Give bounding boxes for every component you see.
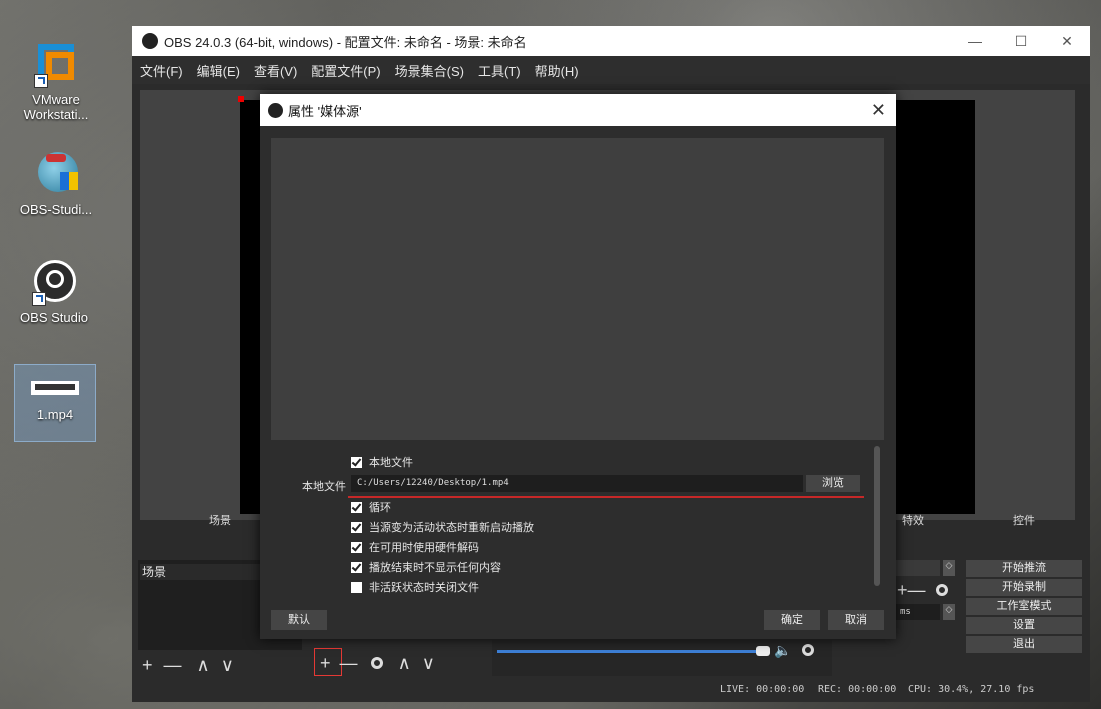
menu-scene-collection[interactable]: 场景集合(S) xyxy=(395,61,464,80)
source-properties-gear-icon[interactable] xyxy=(370,657,383,669)
transition-spinner[interactable]: ◇ xyxy=(943,560,955,576)
browse-button[interactable]: 浏览 xyxy=(806,475,860,492)
source-handle[interactable] xyxy=(238,96,244,102)
remove-source-button[interactable]: — xyxy=(340,653,358,673)
source-preview xyxy=(271,138,884,440)
loop-checkbox[interactable] xyxy=(351,501,362,513)
properties-dialog: 属性 '媒体源' ✕ 本地文件 本地文件 C:/Users/12240/Desk… xyxy=(260,94,896,639)
remove-scene-button[interactable]: — xyxy=(164,655,182,675)
obs-logo-icon xyxy=(268,102,283,118)
maximize-button[interactable]: ☐ xyxy=(998,26,1044,56)
title-bar: OBS 24.0.3 (64-bit, windows) - 配置文件: 未命名… xyxy=(132,26,1090,56)
dialog-title-bar: 属性 '媒体源' ✕ xyxy=(260,94,896,126)
annotation-underline xyxy=(348,496,864,498)
defaults-button[interactable]: 默认 xyxy=(271,610,327,630)
vmware-icon xyxy=(32,40,80,88)
menu-profile[interactable]: 配置文件(P) xyxy=(311,61,380,80)
hide-when-ended-label: 播放结束时不显示任何内容 xyxy=(369,562,501,574)
local-file-label: 本地文件 xyxy=(302,481,346,493)
volume-slider[interactable] xyxy=(497,650,757,653)
close-when-inactive-label: 非活跃状态时关闭文件 xyxy=(369,582,479,594)
desktop-icon-label: 1.mp4 xyxy=(36,407,74,422)
menu-tools[interactable]: 工具(T) xyxy=(478,61,521,80)
obs-logo-icon xyxy=(142,33,158,49)
restart-on-activate-label: 当源变为活动状态时重新启动播放 xyxy=(369,522,534,534)
restart-on-activate-checkbox-row[interactable]: 当源变为活动状态时重新启动播放 xyxy=(351,519,534,535)
desktop-icon-video-file[interactable]: 1.mp4 xyxy=(14,364,96,442)
menu-bar: 文件(F) 编辑(E) 查看(V) 配置文件(P) 场景集合(S) 工具(T) … xyxy=(132,56,1090,84)
studio-mode-button[interactable]: 工作室模式 xyxy=(966,598,1082,615)
duration-spinner[interactable]: ◇ xyxy=(943,604,955,620)
minimize-button[interactable]: — xyxy=(952,26,998,56)
move-scene-down-button[interactable]: ∨ xyxy=(221,655,234,675)
local-file-checkbox-row[interactable]: 本地文件 xyxy=(351,454,413,470)
settings-button[interactable]: 设置 xyxy=(966,617,1082,634)
transition-settings-gear-icon[interactable] xyxy=(936,584,948,596)
hardware-decoding-label: 在可用时使用硬件解码 xyxy=(369,542,479,554)
close-when-inactive-checkbox[interactable] xyxy=(351,581,362,593)
dialog-close-button[interactable]: ✕ xyxy=(871,94,886,126)
cancel-button[interactable]: 取消 xyxy=(828,610,884,630)
add-transition-button[interactable]: + xyxy=(897,580,908,600)
move-source-down-button[interactable]: ∨ xyxy=(422,653,435,673)
desktop-icon-obs-installer[interactable]: OBS-Studi... xyxy=(10,150,102,217)
properties-scrollbar[interactable] xyxy=(874,446,880,586)
duration-input[interactable]: ms xyxy=(896,604,940,620)
loop-checkbox-row[interactable]: 循环 xyxy=(351,499,391,515)
shortcut-arrow-icon xyxy=(34,74,48,88)
audio-settings-gear-icon[interactable] xyxy=(802,644,814,656)
desktop-icon-label: OBS Studio xyxy=(20,310,88,325)
hide-when-ended-checkbox[interactable] xyxy=(351,561,362,573)
desktop-icon-obs-studio[interactable]: OBS Studio xyxy=(8,258,100,325)
hardware-decoding-checkbox-row[interactable]: 在可用时使用硬件解码 xyxy=(351,539,479,555)
close-button[interactable]: ✕ xyxy=(1044,26,1090,56)
menu-file[interactable]: 文件(F) xyxy=(140,61,183,80)
installer-globe-icon xyxy=(32,150,80,198)
window-title: OBS 24.0.3 (64-bit, windows) - 配置文件: 未命名… xyxy=(164,34,527,50)
status-live: LIVE: 00:00:00 xyxy=(720,684,805,695)
add-source-button[interactable]: + xyxy=(320,653,331,673)
obs-logo-icon xyxy=(30,258,78,306)
start-recording-button[interactable]: 开始录制 xyxy=(966,579,1082,596)
start-streaming-button[interactable]: 开始推流 xyxy=(966,560,1082,577)
local-file-checkbox-label: 本地文件 xyxy=(369,457,413,469)
desktop-icon-vmware[interactable]: VMware Workstati... xyxy=(10,40,102,122)
menu-help[interactable]: 帮助(H) xyxy=(535,61,579,80)
video-thumbnail-icon xyxy=(31,375,79,403)
hardware-decoding-checkbox[interactable] xyxy=(351,541,362,553)
sources-toolbar: + — ∧ ∨ xyxy=(320,652,435,674)
desktop-icon-label: OBS-Studi... xyxy=(19,202,93,217)
local-file-path-input[interactable]: C:/Users/12240/Desktop/1.mp4 xyxy=(351,475,803,492)
dialog-title: 属性 '媒体源' xyxy=(288,103,362,119)
menu-edit[interactable]: 编辑(E) xyxy=(197,61,240,80)
volume-slider-handle[interactable] xyxy=(756,646,770,656)
scenes-toolbar: + — ∧ ∨ xyxy=(142,654,234,676)
transition-add-remove: +— xyxy=(897,580,926,601)
transition-select[interactable] xyxy=(896,560,940,576)
status-rec: REC: 00:00:00 xyxy=(818,684,897,695)
close-when-inactive-checkbox-row[interactable]: 非活跃状态时关闭文件 xyxy=(351,579,479,595)
move-source-up-button[interactable]: ∧ xyxy=(398,653,411,673)
hide-when-ended-checkbox-row[interactable]: 播放结束时不显示任何内容 xyxy=(351,559,501,575)
exit-button[interactable]: 退出 xyxy=(966,636,1082,653)
status-cpu: CPU: 30.4%, 27.10 fps xyxy=(908,684,1035,695)
local-file-checkbox[interactable] xyxy=(351,456,362,468)
remove-transition-button[interactable]: — xyxy=(908,580,926,600)
desktop-icon-label: VMware Workstati... xyxy=(23,92,89,122)
shortcut-arrow-icon xyxy=(32,292,46,306)
ok-button[interactable]: 确定 xyxy=(764,610,820,630)
move-scene-up-button[interactable]: ∧ xyxy=(197,655,210,675)
add-scene-button[interactable]: + xyxy=(142,655,153,675)
restart-on-activate-checkbox[interactable] xyxy=(351,521,362,533)
speaker-icon[interactable]: 🔈 xyxy=(774,642,791,659)
loop-checkbox-label: 循环 xyxy=(369,502,391,514)
controls-dock-title: 控件 xyxy=(1013,515,1035,527)
menu-view[interactable]: 查看(V) xyxy=(254,61,297,80)
